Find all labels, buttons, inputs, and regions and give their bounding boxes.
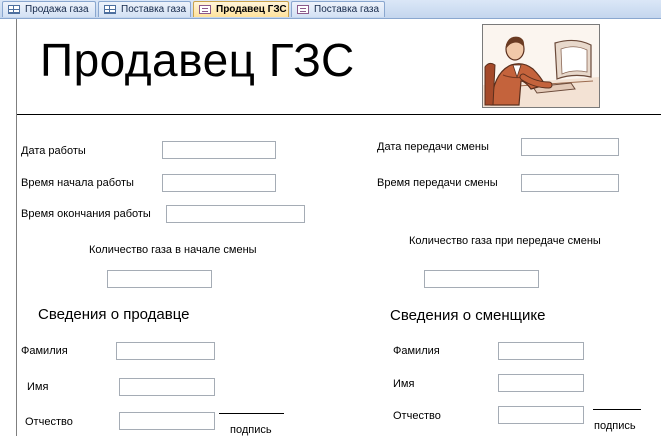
tab-label: Продажа газа [25,4,89,15]
tab-label: Поставка газа [121,4,187,15]
table-icon [8,5,20,14]
seller-section-heading: Сведения о продавце [38,306,190,323]
start-time-label: Время начала работы [21,177,134,189]
form-icon [297,5,309,14]
replacement-surname-field[interactable] [498,342,584,360]
handover-time-field[interactable] [521,174,619,192]
gas-handover-label: Количество газа при передаче смены [409,235,601,247]
form-icon [199,5,211,14]
tab-sales-gas-table[interactable]: Продажа газа [2,1,96,17]
replacement-signature-label: подпись [594,420,636,432]
gas-start-field[interactable] [107,270,212,288]
seller-surname-field[interactable] [116,342,215,360]
handover-time-label: Время передачи смены [377,177,498,189]
seller-surname-label: Фамилия [21,345,68,357]
tab-label: Продавец ГЗС [216,4,287,15]
form-title: Продавец ГЗС [40,34,355,86]
tab-label: Поставка газа [314,4,380,15]
gas-handover-field[interactable] [424,270,539,288]
seller-name-field[interactable] [119,378,215,396]
tab-seller-form[interactable]: Продавец ГЗС [193,1,289,17]
tab-supply-gas-form[interactable]: Поставка газа [291,1,385,17]
work-date-field[interactable] [162,141,276,159]
handover-date-field[interactable] [521,138,619,156]
header-divider [17,114,661,115]
tab-supply-gas-table[interactable]: Поставка газа [98,1,191,17]
seller-name-label: Имя [27,381,49,393]
replacement-surname-label: Фамилия [393,345,440,357]
seller-signature-line [219,413,284,414]
replacement-patronymic-label: Отчество [393,410,441,422]
replacement-section-heading: Сведения о сменщике [390,307,546,324]
gas-start-label: Количество газа в начале смены [89,244,257,256]
seller-signature-label: подпись [230,424,272,436]
seller-picture [482,24,600,108]
replacement-patronymic-field[interactable] [498,406,584,424]
end-time-label: Время окончания работы [21,208,151,220]
handover-date-label: Дата передачи смены [377,141,489,153]
document-tab-bar: Продажа газа Поставка газа Продавец ГЗС … [0,0,661,19]
replacement-signature-line [593,409,641,410]
table-icon [104,5,116,14]
seller-patronymic-field[interactable] [119,412,215,430]
seller-at-computer-illustration [483,25,599,107]
end-time-field[interactable] [166,205,305,223]
replacement-name-label: Имя [393,378,415,390]
record-selector-bar[interactable] [0,19,17,436]
work-date-label: Дата работы [21,145,86,157]
replacement-name-field[interactable] [498,374,584,392]
seller-patronymic-label: Отчество [25,416,73,428]
start-time-field[interactable] [162,174,276,192]
